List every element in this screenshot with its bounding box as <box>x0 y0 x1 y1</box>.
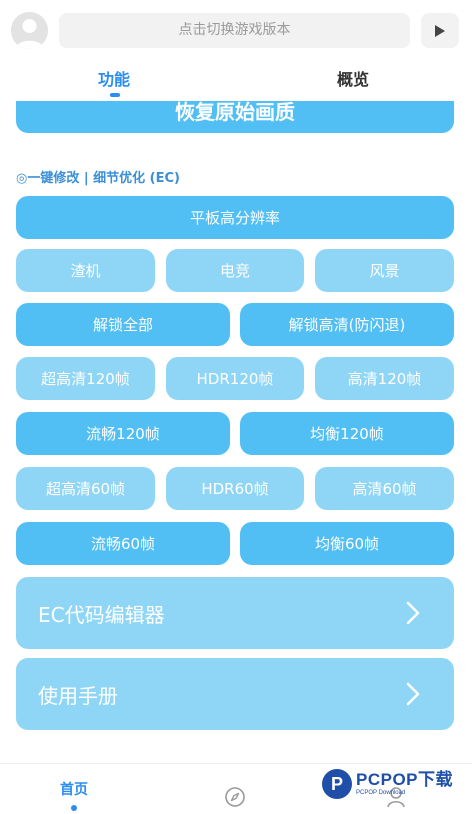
restore-original-quality-button[interactable]: 恢复原始画质 <box>16 101 454 133</box>
nav-home-indicator <box>71 805 77 811</box>
compass-icon <box>225 787 245 807</box>
hdr-60fps-button[interactable]: HDR60帧 <box>166 467 304 510</box>
hdr-120fps-button[interactable]: HDR120帧 <box>166 357 304 400</box>
nav-home[interactable]: 首页 <box>60 779 88 799</box>
ec-code-editor-label: EC代码编辑器 <box>38 602 165 627</box>
smooth-60fps-button[interactable]: 流畅60帧 <box>16 522 230 565</box>
balanced-60fps-button[interactable]: 均衡60帧 <box>240 522 454 565</box>
nav-discover[interactable] <box>224 786 246 812</box>
balanced-120fps-button[interactable]: 均衡120帧 <box>240 412 454 455</box>
unlock-hd-button[interactable]: 解锁高清(防闪退) <box>240 303 454 346</box>
uhd-120fps-button[interactable]: 超高清120帧 <box>16 357 155 400</box>
play-button[interactable] <box>421 13 459 48</box>
user-manual-label: 使用手册 <box>38 683 118 708</box>
smooth-120fps-button[interactable]: 流畅120帧 <box>16 412 230 455</box>
tab-overview[interactable]: 概览 <box>337 66 369 90</box>
chevron-right-icon <box>406 682 420 706</box>
avatar-icon <box>11 12 48 49</box>
hd-120fps-button[interactable]: 高清120帧 <box>315 357 454 400</box>
watermark-main-text: PCPOP下载 <box>356 770 454 789</box>
game-version-selector[interactable]: 点击切换游戏版本 <box>59 13 410 48</box>
pcpop-watermark: P PCPOP下载 PCPOP Download <box>322 764 453 804</box>
tab-active-indicator <box>110 93 120 97</box>
esports-button[interactable]: 电竞 <box>166 249 304 292</box>
user-manual-button[interactable]: 使用手册 <box>16 658 454 730</box>
restore-clip: 恢复原始画质 <box>0 101 472 135</box>
pcpop-logo: P <box>322 769 352 799</box>
uhd-60fps-button[interactable]: 超高清60帧 <box>16 467 155 510</box>
tablet-resolution-button[interactable]: 平板高分辨率 <box>16 196 454 239</box>
section-title: ◎一键修改 | 细节优化 (EC) <box>16 171 180 186</box>
avatar[interactable] <box>11 12 48 49</box>
tab-function[interactable]: 功能 <box>98 66 130 90</box>
watermark-sub-text: PCPOP Download <box>356 790 406 796</box>
scenery-button[interactable]: 风景 <box>315 249 454 292</box>
play-icon <box>435 24 445 37</box>
low-end-button[interactable]: 渣机 <box>16 249 155 292</box>
chevron-right-icon <box>406 601 420 625</box>
ec-code-editor-button[interactable]: EC代码编辑器 <box>16 577 454 649</box>
unlock-all-button[interactable]: 解锁全部 <box>16 303 230 346</box>
hd-60fps-button[interactable]: 高清60帧 <box>315 467 454 510</box>
